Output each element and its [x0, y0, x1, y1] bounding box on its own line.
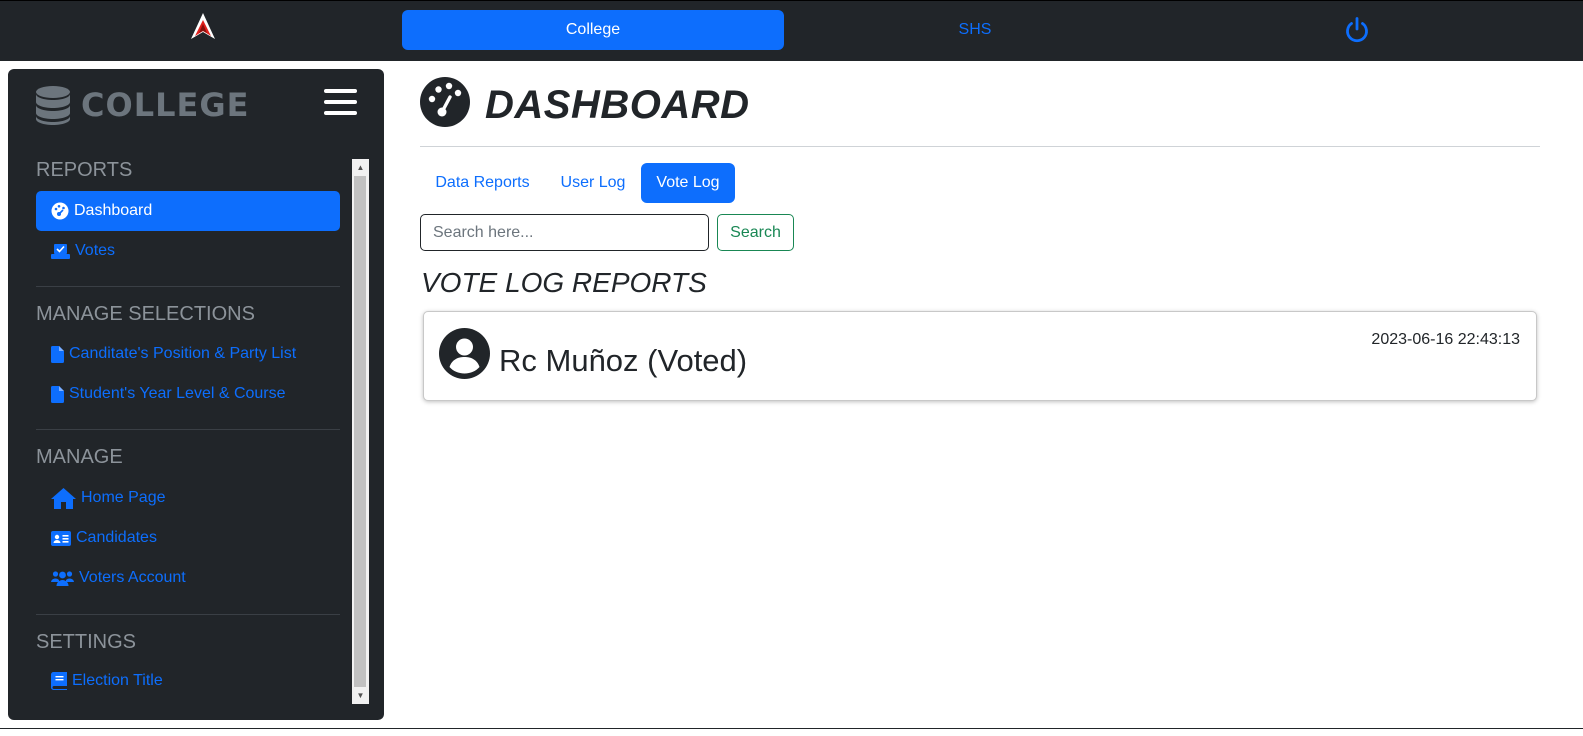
sidebar-item-home-page[interactable]: Home Page — [36, 478, 340, 518]
user-circle-icon — [439, 328, 490, 379]
sidebar-item-positions[interactable]: Canditate's Position & Party List — [36, 334, 340, 374]
divider — [36, 286, 340, 287]
tab-data-reports[interactable]: Data Reports — [420, 163, 545, 203]
sidebar-item-year-level[interactable]: Student's Year Level & Course — [36, 374, 340, 414]
sidebar-scrollbar[interactable]: ▲ ▼ — [352, 159, 369, 704]
sidebar-item-label: Election Title — [72, 672, 163, 689]
sidebar-brand: COLLEGE — [35, 85, 249, 125]
sidebar: COLLEGE REPORTS Dashboard Votes MANAGE S… — [8, 69, 384, 720]
sidebar-item-dashboard[interactable]: Dashboard — [36, 191, 340, 231]
sidebar-brand-title: COLLEGE — [81, 86, 250, 124]
scroll-up-arrow-icon[interactable]: ▲ — [352, 159, 369, 176]
section-reports: REPORTS — [36, 159, 133, 181]
sidebar-item-voters-account[interactable]: Voters Account — [36, 558, 340, 598]
sidebar-item-label: Candidates — [76, 529, 157, 546]
ballot-box-icon — [51, 244, 70, 259]
home-icon — [51, 487, 76, 509]
sidebar-item-label: Dashboard — [74, 202, 153, 219]
title-divider — [420, 146, 1540, 147]
scrollbar-thumb[interactable] — [354, 176, 366, 687]
tab-shs[interactable]: SHS — [784, 10, 1166, 50]
tab-vote-log[interactable]: Vote Log — [641, 163, 735, 203]
book-icon — [51, 672, 67, 690]
sidebar-item-label: Student's Year Level & Course — [69, 385, 286, 402]
id-card-icon — [51, 530, 71, 546]
top-navbar: College SHS — [0, 0, 1583, 61]
sidebar-nav: REPORTS Dashboard Votes MANAGE SELECTION… — [8, 159, 352, 704]
database-icon — [36, 86, 70, 125]
search-button[interactable]: Search — [717, 214, 794, 251]
divider — [36, 429, 340, 430]
sidebar-item-label: Votes — [75, 242, 116, 259]
voter-name: Rc Muñoz (Voted) — [499, 343, 748, 378]
sidebar-item-election-title[interactable]: Election Title — [36, 661, 340, 701]
section-manage: MANAGE — [36, 446, 123, 468]
tab-college[interactable]: College — [402, 10, 784, 50]
section-manage-selections: MANAGE SELECTIONS — [36, 303, 255, 325]
app-logo-icon[interactable] — [190, 12, 216, 42]
scroll-down-arrow-icon[interactable]: ▼ — [352, 687, 369, 704]
page-bottom-border — [0, 728, 1583, 729]
page-title: DASHBOARD — [485, 83, 750, 127]
vote-log-card: Rc Muñoz (Voted) 2023-06-16 22:43:13 — [423, 311, 1537, 401]
section-title: VOTE LOG REPORTS — [421, 267, 707, 298]
sidebar-item-label: Home Page — [81, 489, 166, 506]
users-icon — [51, 571, 74, 586]
vote-timestamp: 2023-06-16 22:43:13 — [1371, 331, 1520, 348]
sidebar-item-candidates[interactable]: Candidates — [36, 518, 340, 558]
tab-user-log[interactable]: User Log — [545, 163, 641, 203]
menu-toggle-icon[interactable] — [324, 89, 357, 117]
file-icon — [51, 385, 64, 403]
sidebar-item-label: Voters Account — [79, 569, 186, 586]
section-settings: SETTINGS — [36, 631, 137, 653]
file-icon — [51, 345, 64, 363]
gauge-icon — [420, 77, 470, 127]
power-icon[interactable] — [1344, 16, 1370, 44]
sidebar-item-label: Canditate's Position & Party List — [69, 345, 297, 362]
sidebar-item-votes[interactable]: Votes — [36, 231, 340, 271]
gauge-icon — [51, 202, 69, 220]
search-input[interactable] — [420, 214, 709, 251]
divider — [36, 614, 340, 615]
